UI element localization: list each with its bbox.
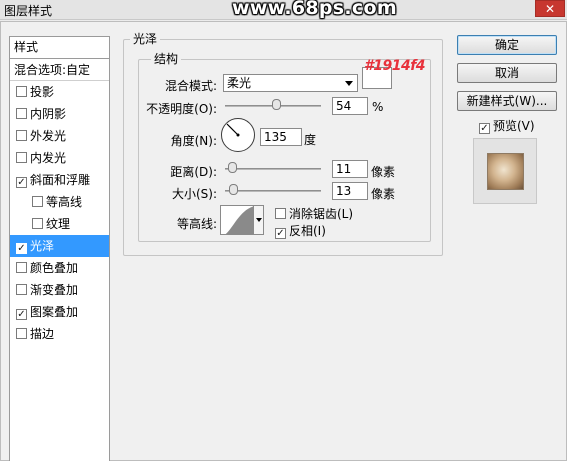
- preview-checkbox[interactable]: ✓ 预览(V): [479, 117, 535, 134]
- style-item-label: 描边: [30, 327, 55, 341]
- style-item-color-overlay[interactable]: 颜色叠加: [10, 257, 109, 279]
- preview-image: [487, 153, 524, 190]
- style-item-bevel-emboss[interactable]: ✓ 斜面和浮雕: [10, 169, 109, 191]
- anti-alias-label: 消除锯齿(L): [289, 207, 354, 221]
- watermark-logo: www.68ps.com: [232, 0, 397, 19]
- style-item-outer-glow[interactable]: 外发光: [10, 125, 109, 147]
- style-item-label: 光泽: [30, 239, 55, 253]
- angle-dial[interactable]: [221, 118, 255, 152]
- checkbox-checked-icon[interactable]: ✓: [275, 228, 286, 239]
- style-item-label: 等高线: [46, 195, 83, 209]
- ok-button[interactable]: 确定: [457, 35, 557, 55]
- style-item-label: 投影: [30, 85, 55, 99]
- chevron-down-icon: [256, 218, 262, 222]
- checkbox-icon[interactable]: [16, 284, 27, 295]
- checkbox-icon[interactable]: [16, 262, 27, 273]
- checkbox-icon[interactable]: [16, 108, 27, 119]
- style-item-satin[interactable]: ✓ 光泽: [10, 235, 109, 257]
- checkbox-icon[interactable]: [16, 130, 27, 141]
- group-title: 结构: [151, 52, 182, 66]
- style-item-pattern-overlay[interactable]: ✓ 图案叠加: [10, 301, 109, 323]
- style-item-inner-shadow[interactable]: 内阴影: [10, 103, 109, 125]
- new-style-button[interactable]: 新建样式(W)...: [457, 91, 557, 111]
- color-hex-annotation: #1914f4: [364, 58, 426, 74]
- checkbox-checked-icon[interactable]: ✓: [479, 123, 490, 134]
- angle-label: 角度(N):: [170, 134, 217, 148]
- checkbox-icon[interactable]: [16, 328, 27, 339]
- distance-unit: 像素: [371, 165, 396, 179]
- blend-mode-select[interactable]: 柔光: [223, 74, 358, 92]
- style-list: 样式 混合选项:自定 投影 内阴影 外发光 内发光 ✓ 斜面和浮雕 等高线 纹理 …: [9, 36, 110, 461]
- size-input[interactable]: 13: [332, 182, 368, 200]
- blend-mode-value: 柔光: [227, 76, 252, 90]
- distance-slider[interactable]: [225, 168, 321, 170]
- checkbox-checked-icon[interactable]: ✓: [16, 309, 27, 320]
- checkbox-icon[interactable]: [16, 152, 27, 163]
- style-item-label: 颜色叠加: [30, 261, 79, 275]
- window-title: 图层样式: [4, 4, 53, 18]
- opacity-unit: %: [372, 100, 384, 114]
- checkbox-checked-icon[interactable]: ✓: [16, 177, 27, 188]
- preview-thumbnail: [473, 138, 537, 204]
- title-bar: 图层样式 www.68ps.com ✕: [0, 0, 567, 20]
- style-item-label: 外发光: [30, 129, 67, 143]
- angle-unit: 度: [304, 133, 317, 147]
- style-item-label: 渐变叠加: [30, 283, 79, 297]
- angle-input[interactable]: 135: [260, 128, 302, 146]
- checkbox-icon[interactable]: [32, 196, 43, 207]
- close-button[interactable]: ✕: [535, 0, 565, 17]
- section-title: 光泽: [130, 32, 161, 46]
- opacity-label: 不透明度(O):: [146, 102, 217, 116]
- style-item-gradient-overlay[interactable]: 渐变叠加: [10, 279, 109, 301]
- style-item-label: 内阴影: [30, 107, 67, 121]
- style-item-texture[interactable]: 纹理: [10, 213, 109, 235]
- preview-label: 预览(V): [493, 119, 535, 133]
- style-item-contour[interactable]: 等高线: [10, 191, 109, 213]
- blend-options-item[interactable]: 混合选项:自定: [10, 59, 109, 81]
- angle-dial-needle-icon: [226, 123, 240, 137]
- layer-style-dialog: 样式 混合选项:自定 投影 内阴影 外发光 内发光 ✓ 斜面和浮雕 等高线 纹理 …: [0, 21, 567, 461]
- distance-label: 距离(D):: [170, 165, 217, 179]
- size-unit: 像素: [371, 187, 396, 201]
- invert-label: 反相(I): [289, 224, 326, 238]
- opacity-input[interactable]: 54: [332, 97, 368, 115]
- contour-dropdown[interactable]: [253, 205, 264, 235]
- chevron-down-icon: [345, 81, 353, 86]
- contour-curve-icon: [225, 206, 253, 234]
- style-item-inner-glow[interactable]: 内发光: [10, 147, 109, 169]
- style-item-stroke[interactable]: 描边: [10, 323, 109, 345]
- contour-label: 等高线:: [176, 217, 217, 231]
- size-slider[interactable]: [225, 190, 321, 192]
- style-item-label: 内发光: [30, 151, 67, 165]
- checkbox-icon[interactable]: [32, 218, 43, 229]
- invert-checkbox[interactable]: ✓ 反相(I): [275, 222, 326, 239]
- distance-slider-thumb[interactable]: [228, 162, 237, 173]
- checkbox-checked-icon[interactable]: ✓: [16, 243, 27, 254]
- anti-alias-checkbox[interactable]: 消除锯齿(L): [275, 205, 353, 222]
- style-list-header[interactable]: 样式: [10, 37, 109, 59]
- distance-input[interactable]: 11: [332, 160, 368, 178]
- style-item-drop-shadow[interactable]: 投影: [10, 81, 109, 103]
- style-item-label: 纹理: [46, 217, 71, 231]
- checkbox-icon[interactable]: [16, 86, 27, 97]
- style-item-label: 斜面和浮雕: [30, 173, 91, 187]
- size-slider-thumb[interactable]: [229, 184, 238, 195]
- style-item-label: 图案叠加: [30, 305, 79, 319]
- cancel-button[interactable]: 取消: [457, 63, 557, 83]
- opacity-slider-thumb[interactable]: [272, 99, 281, 110]
- contour-preview[interactable]: [220, 205, 254, 235]
- checkbox-icon[interactable]: [275, 208, 286, 219]
- size-label: 大小(S):: [171, 187, 217, 201]
- blend-mode-label: 混合模式:: [164, 79, 217, 93]
